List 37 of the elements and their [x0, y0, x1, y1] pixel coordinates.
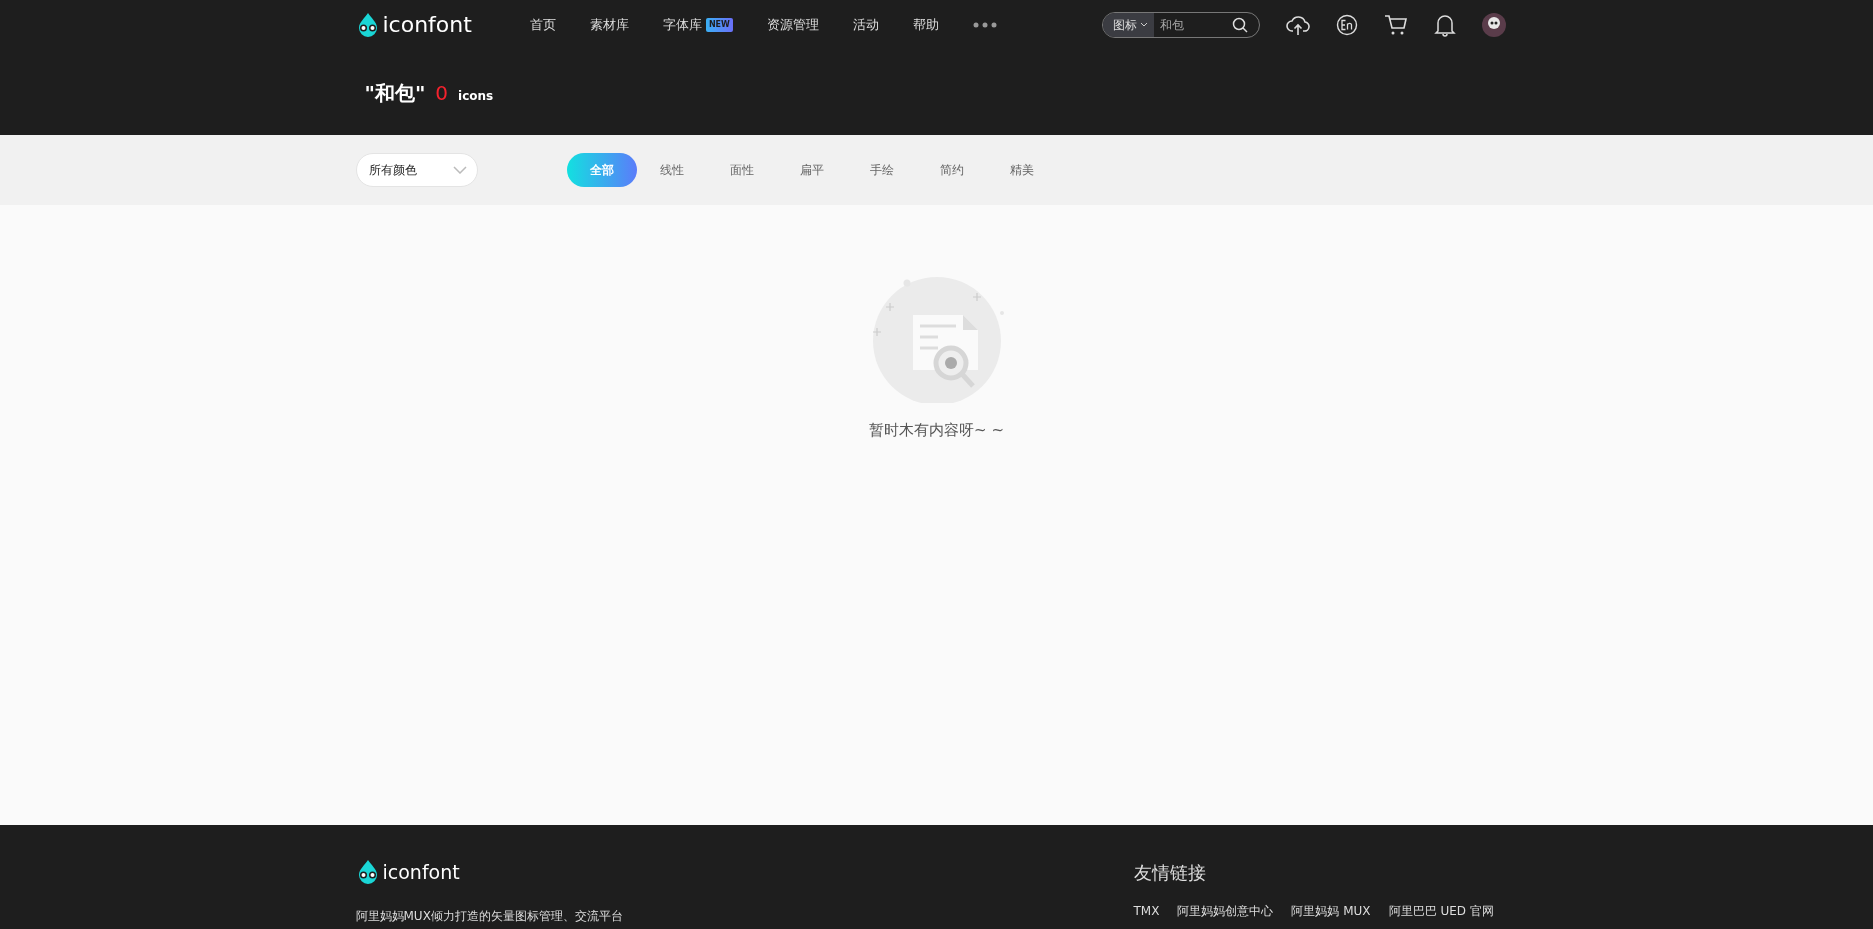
search-scope-dropdown[interactable]: 图标 [1102, 13, 1154, 37]
caret-icon [1139, 22, 1148, 28]
nav-link[interactable]: 字体库 [662, 15, 702, 35]
footer-link[interactable]: 阿里巴巴 UED 官网 [1388, 902, 1494, 920]
bell-icon[interactable] [1433, 13, 1456, 37]
links-title: 友情链接 [1133, 861, 1207, 885]
search-input[interactable]: 和包 [1153, 15, 1224, 35]
nav-link[interactable]: 活动 [852, 15, 879, 35]
iconfont-logo[interactable]: iconfont [355, 12, 472, 38]
cloud-upload-icon[interactable] [1285, 14, 1310, 36]
style-tab[interactable]: 线性 [636, 153, 707, 187]
cart-icon[interactable] [1383, 14, 1408, 36]
style-tab[interactable]: 精美 [986, 153, 1057, 187]
nav-link[interactable]: 首页 [529, 15, 556, 35]
new-badge: NEW [705, 18, 733, 32]
nav-link[interactable]: 帮助 [912, 15, 939, 35]
color-select[interactable]: 所有颜色 [355, 153, 478, 187]
style-tab[interactable]: 手绘 [846, 153, 917, 187]
result-count: 0 [435, 79, 449, 107]
iconfont-logo[interactable]: iconfont [355, 859, 623, 885]
empty-message: 暂时木有内容呀~ ~ [869, 420, 1004, 441]
search-icon[interactable] [1231, 17, 1248, 33]
nav-link[interactable]: 资源管理 [766, 15, 819, 35]
footer-link[interactable]: 阿里妈妈 MUX [1291, 902, 1371, 920]
caret-icon [452, 166, 467, 174]
footer-link[interactable]: TMX [1133, 902, 1160, 920]
footer-description: 阿里妈妈MUX倾力打造的矢量图标管理、交流平台 [355, 908, 623, 925]
more-icon[interactable] [972, 22, 997, 28]
style-tab[interactable]: 面性 [706, 153, 777, 187]
footer-link[interactable]: 阿里妈妈创意中心 [1177, 902, 1274, 920]
result-unit: icons [458, 87, 494, 105]
style-tab[interactable]: 扁平 [776, 153, 847, 187]
style-tab[interactable]: 简约 [916, 153, 987, 187]
language-icon[interactable] [1335, 14, 1358, 36]
nav-link[interactable]: 素材库 [589, 15, 629, 35]
search-query-title: "和包" [364, 79, 426, 107]
avatar-icon[interactable] [1481, 13, 1506, 37]
